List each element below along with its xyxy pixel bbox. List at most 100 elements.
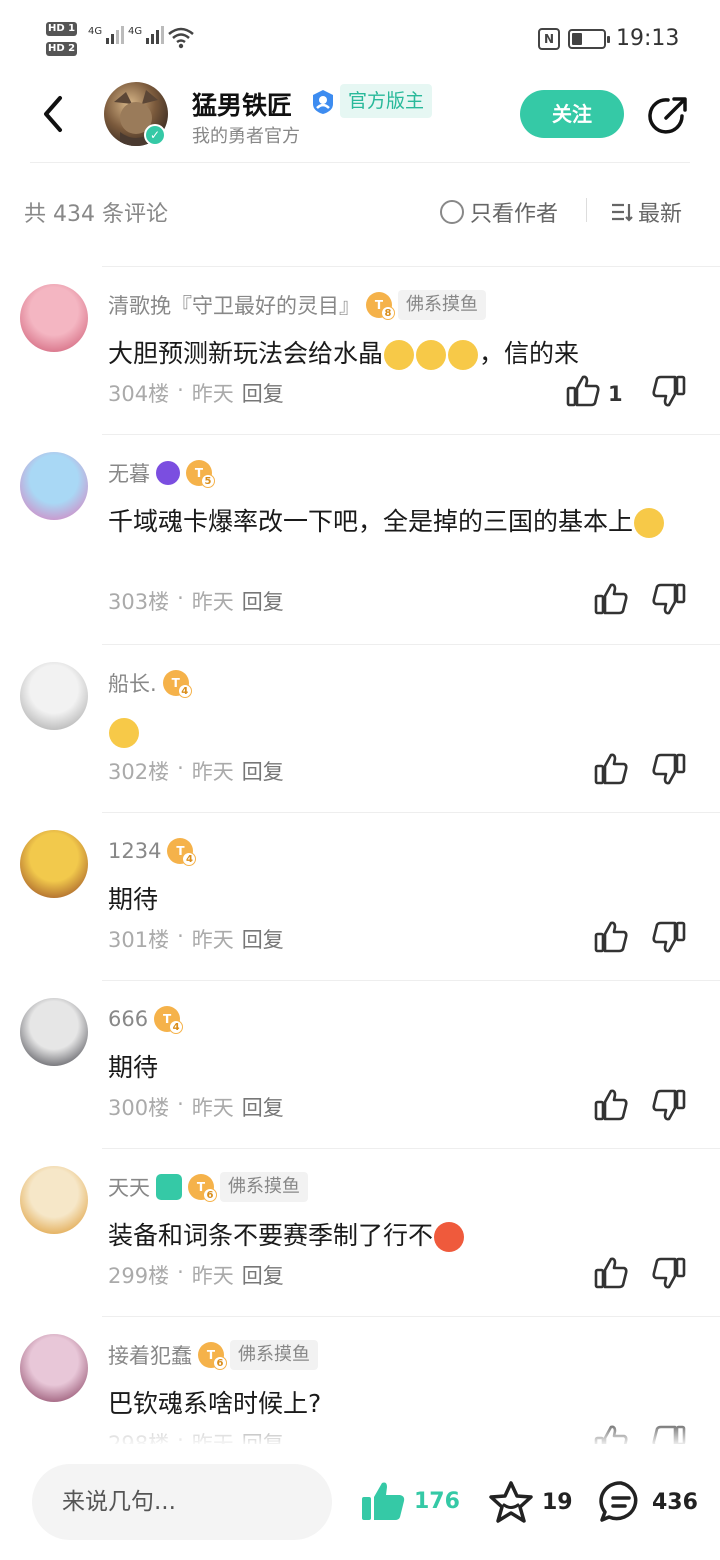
reply-button[interactable]: 回复 [242, 1092, 284, 1122]
comment-like-button[interactable]: 1 [566, 374, 623, 413]
comment-meta: 302楼 · 昨天 回复 [108, 756, 284, 786]
commenter-avatar[interactable] [20, 830, 88, 898]
author-name[interactable]: 猛男铁匠 [192, 86, 292, 122]
level-badge-icon: T8 [366, 292, 395, 320]
thumbs-down-icon [652, 583, 686, 620]
commenter-name[interactable]: 接着犯蠢 [108, 1340, 192, 1370]
commenter-avatar[interactable] [20, 1166, 88, 1234]
commenter-name[interactable]: 天天 [108, 1172, 150, 1202]
commenter-avatar[interactable] [20, 284, 88, 352]
author-subtitle: 我的勇者官方 [192, 126, 300, 147]
comment-dislike-button[interactable] [652, 1256, 686, 1290]
comment-time: 昨天 [191, 1096, 234, 1120]
commenter-name[interactable]: 666 [108, 1007, 148, 1031]
commenter-name[interactable]: 1234 [108, 839, 161, 863]
comments-button[interactable]: 436 [598, 1480, 698, 1524]
commenter-avatar[interactable] [20, 662, 88, 730]
reply-button[interactable]: 回复 [242, 1260, 284, 1290]
bottom-action-bar: 176 19 436 [0, 1444, 720, 1560]
comment-item[interactable]: 船长. T 4 302楼 · 昨天 回复 [0, 644, 720, 812]
comment-like-count: 1 [608, 381, 623, 406]
floor-number: 304楼 [108, 382, 170, 406]
comment-like-button[interactable] [594, 582, 628, 621]
comment-text-main: 期待 [108, 885, 159, 914]
back-button[interactable] [34, 94, 74, 134]
official-verify-icon [310, 89, 336, 115]
comment-dislike-button[interactable] [652, 752, 686, 786]
level-badge-icon: T5 [186, 460, 215, 488]
commenter-avatar[interactable] [20, 998, 88, 1066]
signal-icon-2: 4G [128, 26, 165, 44]
share-button[interactable] [646, 94, 690, 138]
comment-item[interactable]: 清歌挽『守卫最好的灵目』 T 8 佛系摸鱼 大胆预测新玩法会给水晶 ，信的来 304楼 · 昨天… [0, 266, 720, 434]
comment-like-button[interactable] [594, 752, 628, 791]
author-only-toggle[interactable]: 只看作者 [440, 196, 558, 228]
reply-button[interactable]: 回复 [242, 756, 284, 786]
comment-divider [102, 812, 720, 813]
comment-header: 天天 T 6 佛系摸鱼 [108, 1172, 308, 1202]
comment-text: 期待 [108, 878, 688, 922]
sim2-label: HD 2 [46, 42, 78, 56]
sim1-label: HD 1 [46, 22, 78, 36]
comment-meta: 301楼 · 昨天 回复 [108, 924, 284, 954]
post-like-button[interactable]: 176 [360, 1480, 460, 1522]
comment-divider [102, 1316, 720, 1317]
emoji-icon [109, 718, 139, 748]
commenter-avatar[interactable] [20, 452, 88, 520]
comment-text-main: 装备和词条不要赛季制了行不 [108, 1221, 434, 1250]
thumbs-down-icon [652, 375, 686, 412]
follow-button[interactable]: 关注 [520, 90, 624, 138]
comment-like-button[interactable] [594, 920, 628, 959]
comment-dislike-button[interactable] [652, 374, 686, 408]
emoji-icon [416, 340, 447, 370]
comment-dislike-button[interactable] [652, 920, 686, 954]
level-number: 4 [169, 1020, 184, 1034]
reply-button[interactable]: 回复 [242, 586, 284, 616]
thumbs-up-icon [594, 1256, 628, 1295]
favorite-button[interactable]: 19 [488, 1480, 573, 1524]
commenter-name[interactable]: 船长. [108, 668, 157, 698]
meta-dot: · [177, 586, 184, 610]
comment-meta: 300楼 · 昨天 回复 [108, 1092, 284, 1122]
commenter-avatar[interactable] [20, 1334, 88, 1402]
thumbs-up-icon [594, 920, 628, 959]
thumbs-down-icon [652, 1089, 686, 1126]
level-badge-icon: T4 [167, 838, 197, 866]
comment-item[interactable]: 天天 T 6 佛系摸鱼装备和词条不要赛季制了行不 299楼 · 昨天 回复 [0, 1148, 720, 1316]
comment-dislike-button[interactable] [652, 1088, 686, 1122]
comment-time: 昨天 [191, 928, 234, 952]
reply-button[interactable]: 回复 [242, 378, 284, 408]
comment-item[interactable]: 1234 T 4 期待 301楼 · 昨天 回复 [0, 812, 720, 980]
reply-button[interactable]: 回复 [242, 924, 284, 954]
header-divider [30, 162, 690, 163]
post-like-count: 176 [414, 1488, 460, 1514]
comment-header: 接着犯蠢 T 6 佛系摸鱼 [108, 1340, 318, 1370]
meta-dot: · [177, 1260, 184, 1284]
comment-item[interactable]: 无暮 T 5 千域魂卡爆率改一下吧，全是掉的三国的基本上 303楼 · 昨天 回复 [0, 434, 720, 644]
status-time: 19:13 [616, 26, 680, 51]
commenter-name[interactable]: 无暮 [108, 458, 150, 488]
comment-input[interactable] [62, 1482, 312, 1522]
comment-meta: 304楼 · 昨天 回复 [108, 378, 284, 408]
sort-button[interactable]: 最新 [610, 196, 682, 228]
user-tag: 佛系摸鱼 [398, 290, 486, 320]
comment-item[interactable]: 666 T 4 期待 300楼 · 昨天 回复 [0, 980, 720, 1148]
comment-input-box[interactable] [32, 1464, 332, 1540]
floor-number: 301楼 [108, 928, 170, 952]
comment-time: 昨天 [191, 1264, 234, 1288]
comment-like-button[interactable] [594, 1088, 628, 1127]
floor-number: 299楼 [108, 1264, 170, 1288]
level-badge-icon: T6 [198, 1342, 227, 1370]
comment-header: 无暮 T 5 [108, 458, 215, 488]
comment-header: 666 T 4 [108, 1004, 184, 1034]
comment-dislike-button[interactable] [652, 582, 686, 616]
comment-like-button[interactable] [594, 1256, 628, 1295]
emoji-icon [448, 340, 479, 370]
green-thumb-badge-icon [156, 1174, 182, 1200]
toolbar-divider [586, 198, 587, 222]
commenter-name[interactable]: 清歌挽『守卫最好的灵目』 [108, 290, 360, 320]
comment-text: 期待 [108, 1046, 688, 1090]
comment-bubble-icon [599, 1481, 638, 1522]
floor-number: 302楼 [108, 760, 170, 784]
comment-text [108, 710, 688, 754]
